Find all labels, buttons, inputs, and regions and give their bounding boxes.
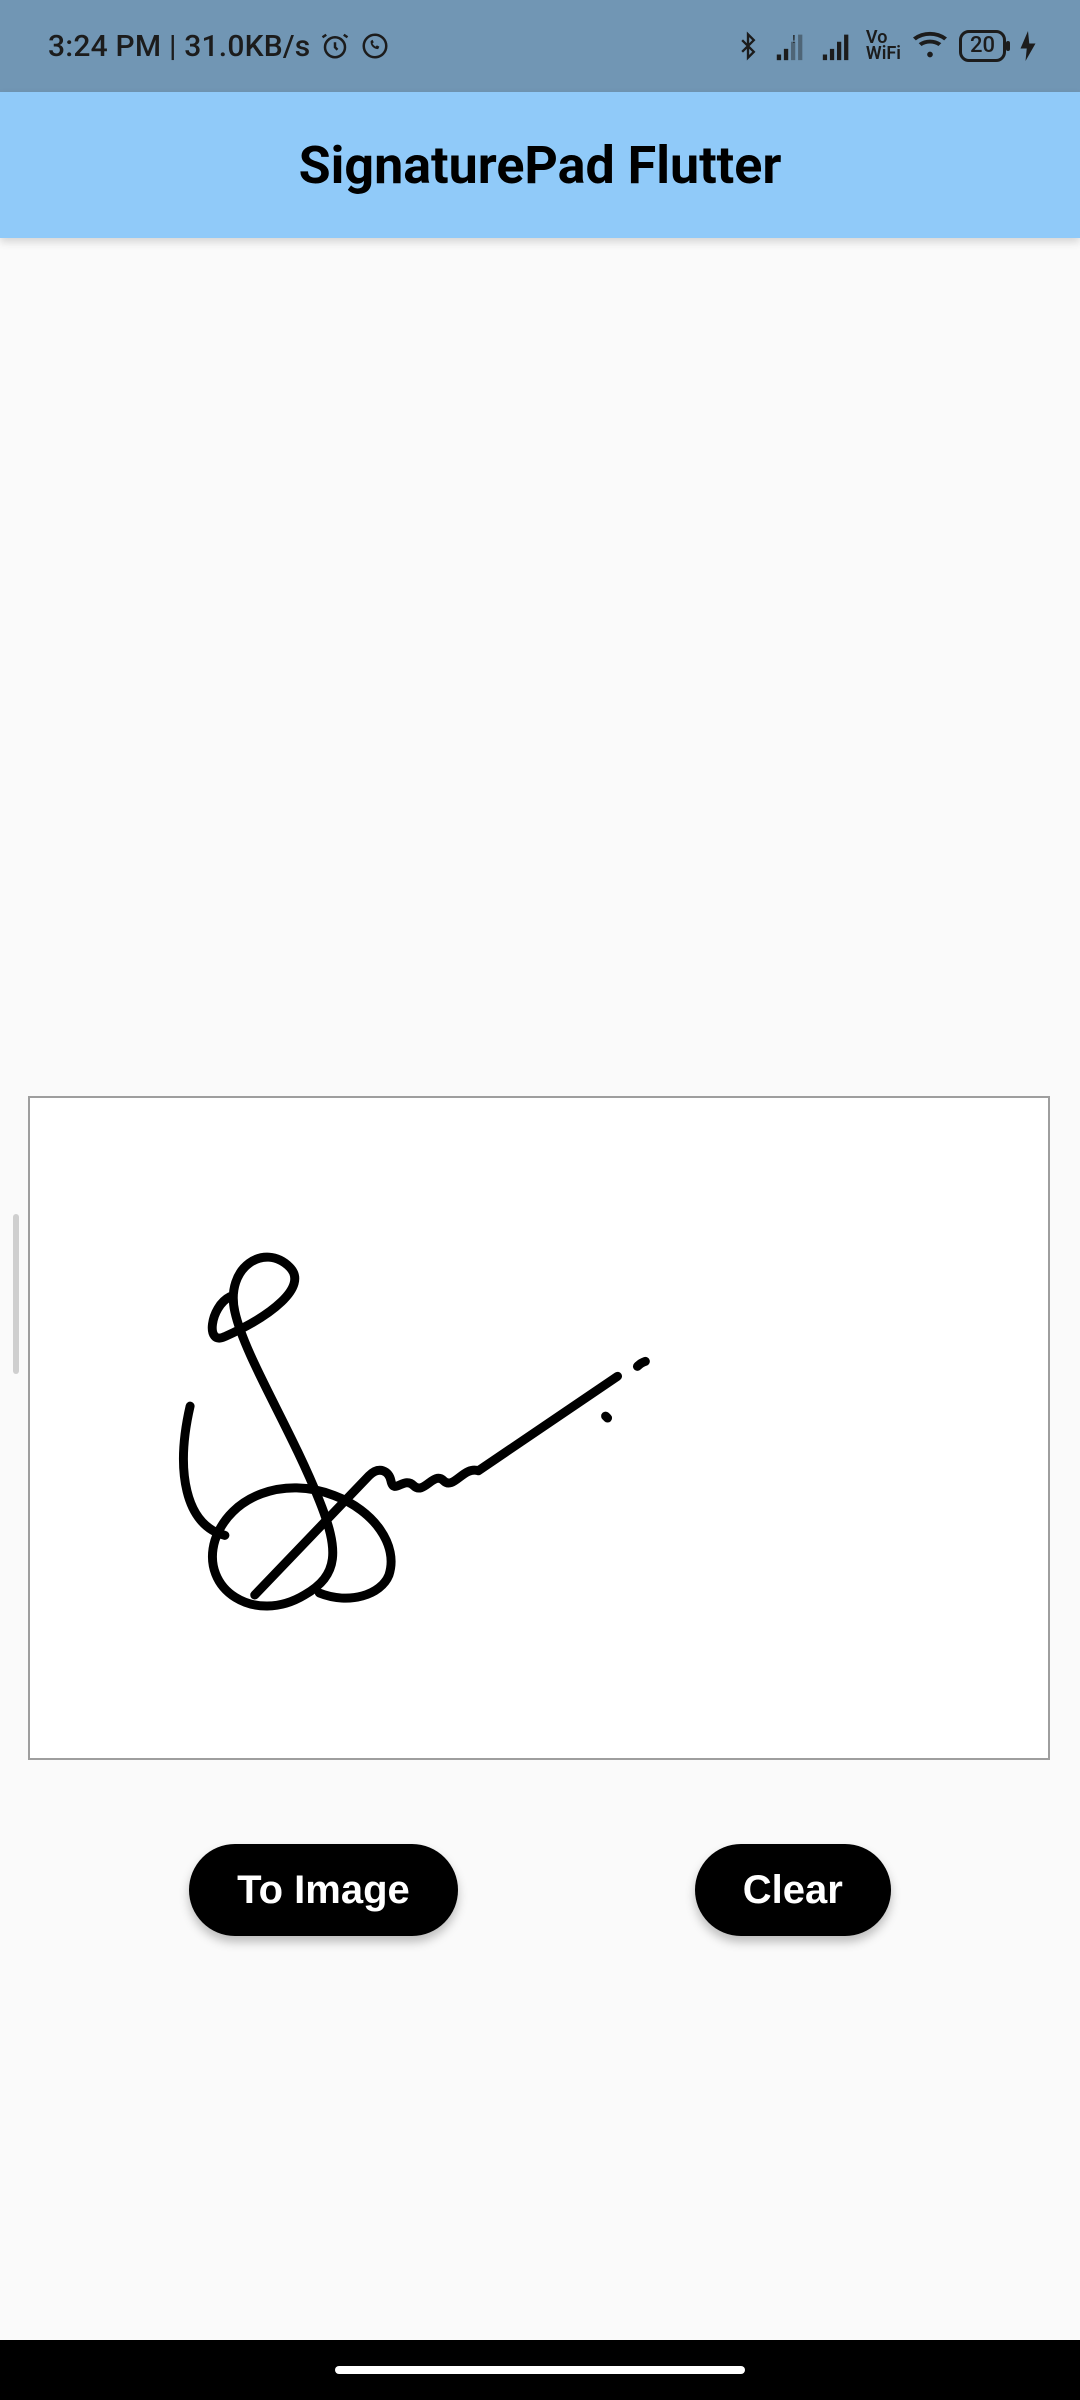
alarm-icon xyxy=(320,31,350,61)
wifi-icon xyxy=(913,31,947,61)
whatsapp-icon xyxy=(360,31,390,61)
status-bar-left: 3:24 PM | 31.0KB/s xyxy=(48,29,390,64)
to-image-button[interactable]: To Image xyxy=(189,1844,458,1936)
status-bar: 3:24 PM | 31.0KB/s ! Vo WiFi 20 xyxy=(0,0,1080,92)
status-divider: | xyxy=(169,29,184,64)
app-title: SignaturePad Flutter xyxy=(299,135,782,196)
scroll-indicator xyxy=(13,1214,19,1374)
signal2-icon xyxy=(820,31,854,61)
app-bar: SignaturePad Flutter xyxy=(0,92,1080,238)
android-nav-bar xyxy=(0,2340,1080,2400)
bluetooth-icon xyxy=(734,29,762,63)
clear-button[interactable]: Clear xyxy=(695,1844,891,1936)
wifi-text: WiFi xyxy=(866,46,901,62)
svg-text:!: ! xyxy=(792,32,795,46)
status-bar-right: ! Vo WiFi 20 xyxy=(734,29,1038,63)
buttons-row: To Image Clear xyxy=(0,1844,1080,1936)
battery-percent: 20 xyxy=(970,33,995,58)
signature-stroke xyxy=(30,1098,1048,1758)
signature-pad[interactable] xyxy=(28,1096,1050,1760)
battery-icon: 20 xyxy=(959,30,1006,62)
signal1-icon: ! xyxy=(774,31,808,61)
status-time-value: 3:24 PM xyxy=(48,29,161,64)
charging-icon xyxy=(1018,31,1038,61)
gesture-pill[interactable] xyxy=(335,2366,745,2374)
status-net-speed: 31.0KB/s xyxy=(184,29,310,64)
vowifi-label: Vo WiFi xyxy=(866,30,901,62)
status-time: 3:24 PM | 31.0KB/s xyxy=(48,29,310,64)
